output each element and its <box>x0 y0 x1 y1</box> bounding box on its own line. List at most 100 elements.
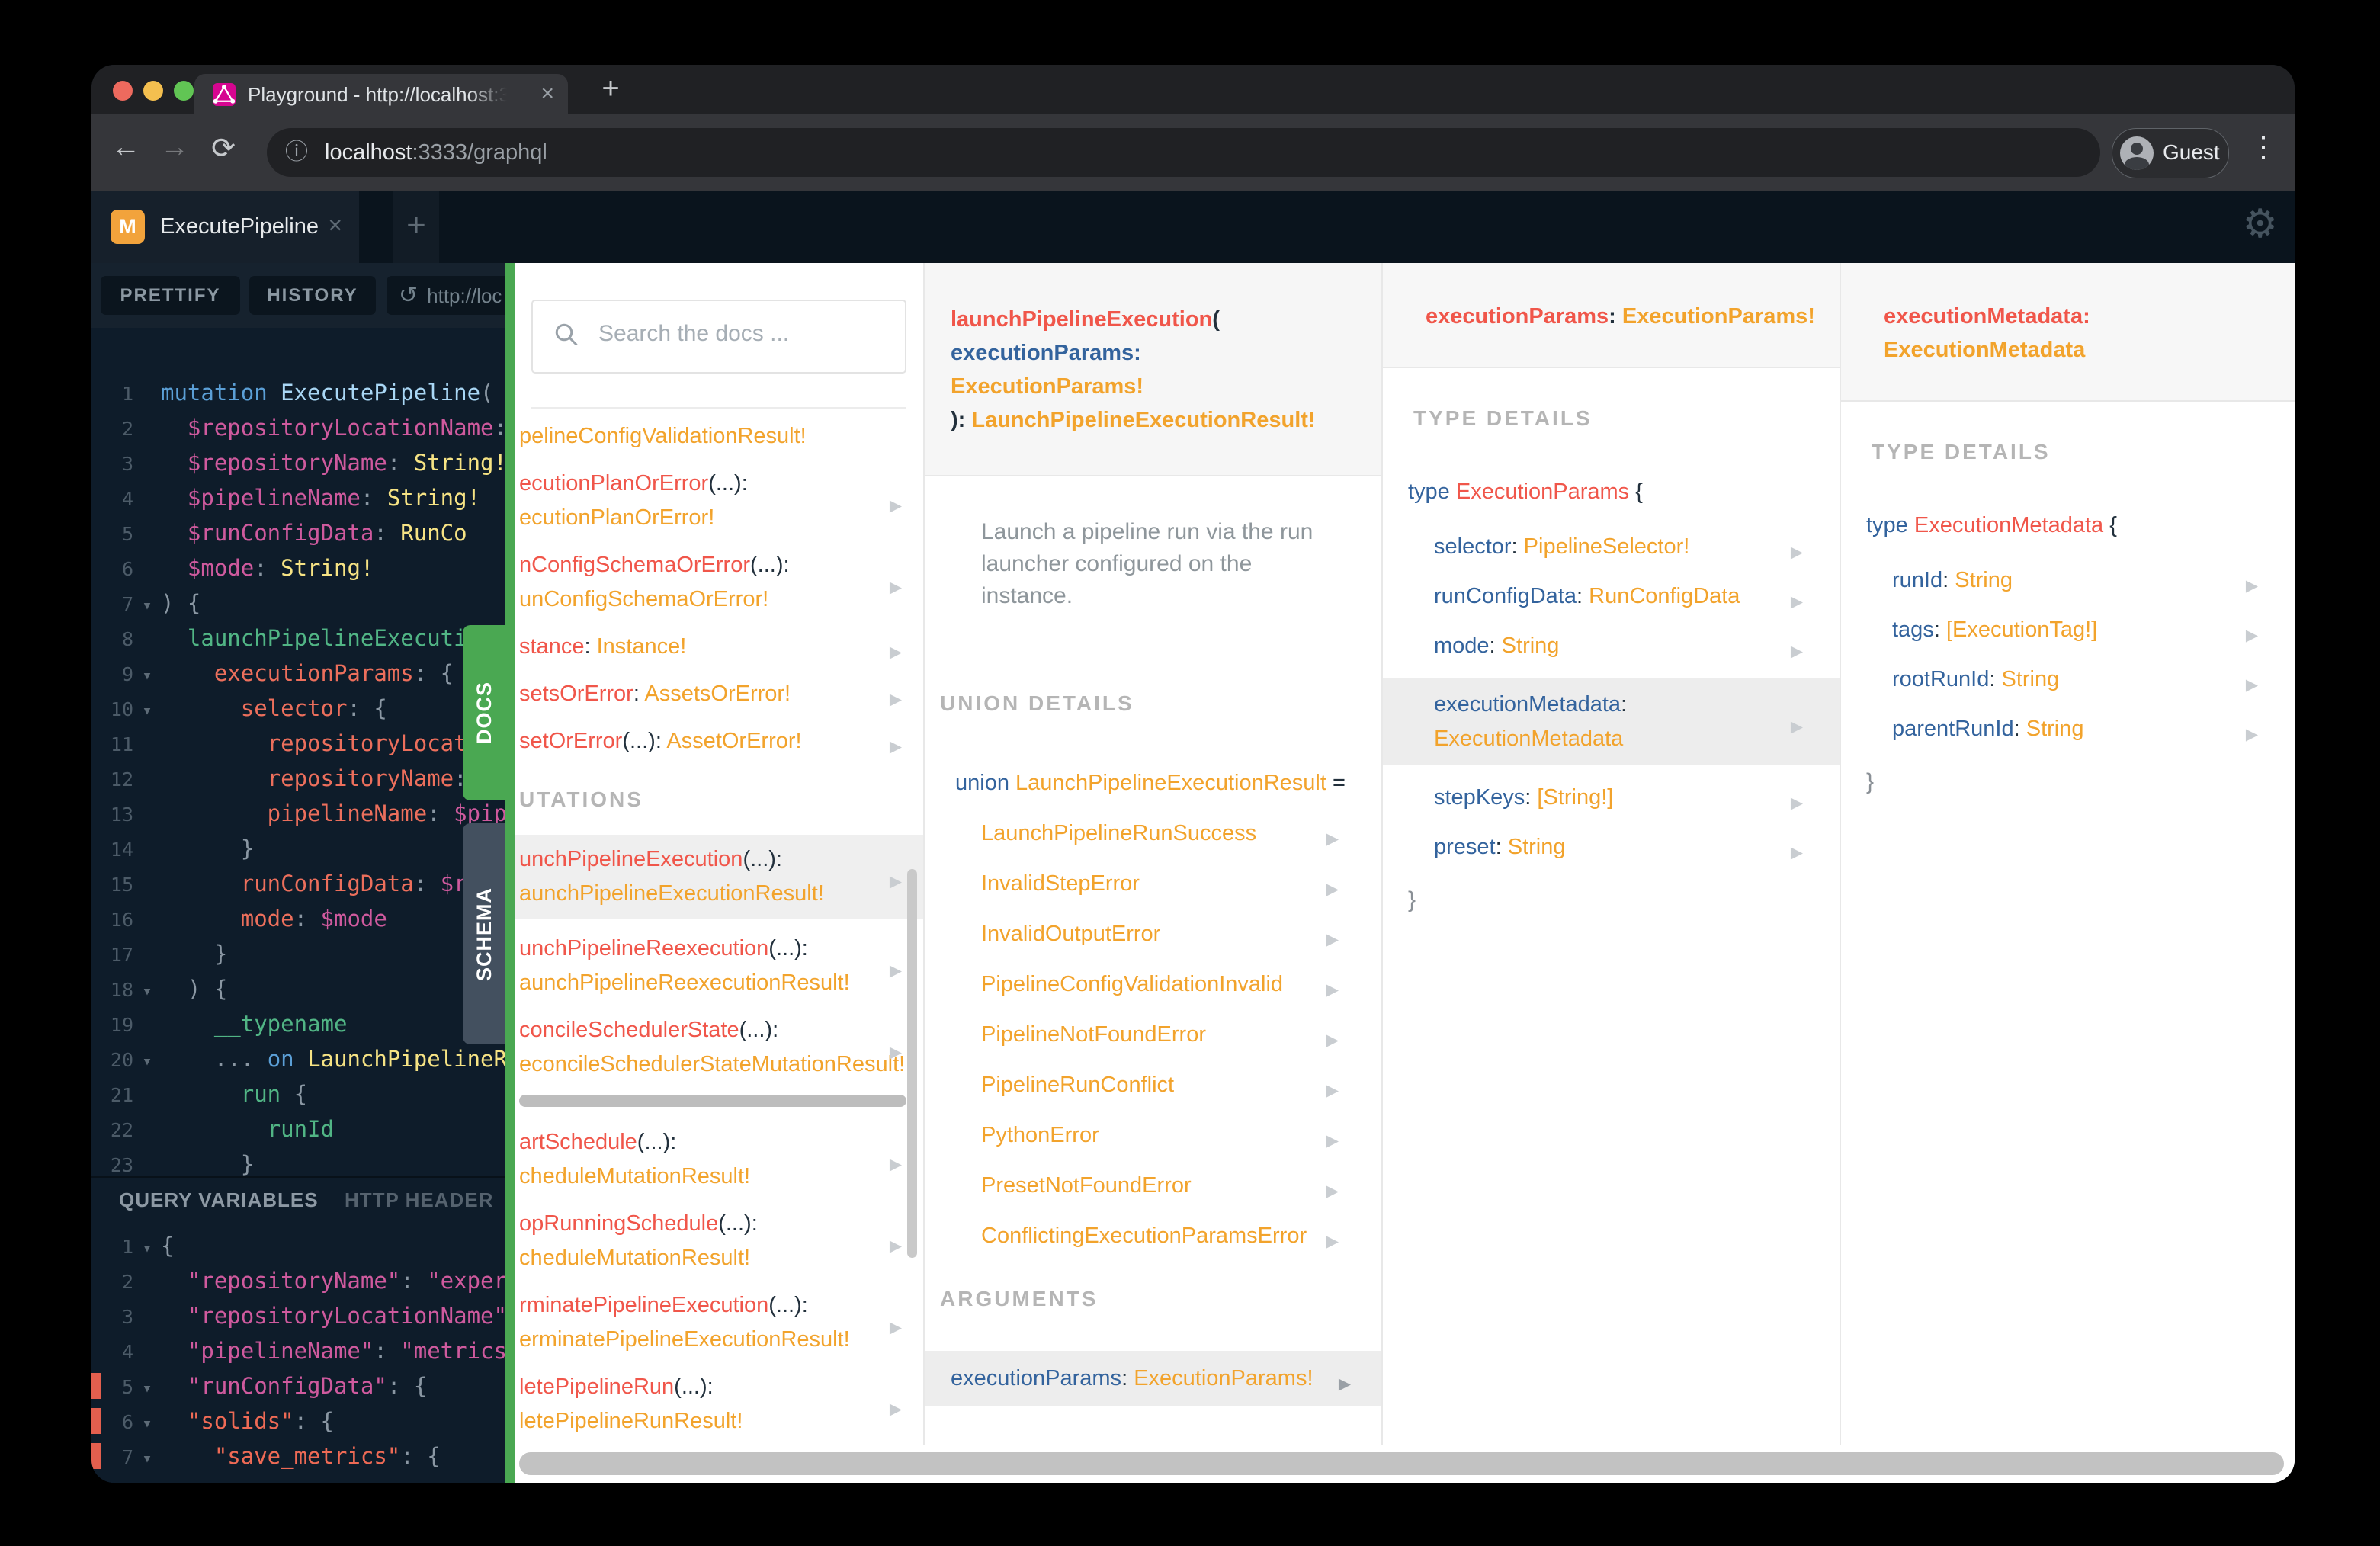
expand-arrow-icon[interactable]: ▶ <box>890 682 902 717</box>
doc-item[interactable]: PresetNotFoundError ▶ <box>981 1169 1381 1203</box>
doc-item[interactable]: runId: String ▶ <box>1841 563 2295 598</box>
expand-arrow-icon[interactable]: ▶ <box>1791 836 1803 870</box>
reload-icon[interactable]: ⟳ <box>203 131 244 165</box>
reset-endpoint-icon[interactable]: ↺ <box>399 283 418 308</box>
expand-arrow-icon[interactable]: ▶ <box>1791 786 1803 820</box>
expand-arrow-icon[interactable]: ▶ <box>1326 1023 1339 1057</box>
expand-arrow-icon[interactable]: ▶ <box>1326 872 1339 906</box>
docs-panel-edge[interactable] <box>505 263 515 1483</box>
browser-tab[interactable]: Playground - http://localhost:3 × <box>194 74 568 114</box>
doc-item[interactable]: artSchedule(...): cheduleMutationResult! ▶ <box>519 1125 923 1194</box>
horizontal-scrollbar[interactable] <box>519 1452 2284 1475</box>
browser-menu-icon[interactable]: ⋮ <box>2249 130 2278 164</box>
expand-arrow-icon[interactable]: ▶ <box>1326 922 1339 957</box>
doc-item[interactable]: stance: Instance! ▶ <box>519 630 923 664</box>
doc-item[interactable]: InvalidOutputError ▶ <box>981 917 1381 951</box>
settings-gear-icon[interactable]: ⚙ <box>2242 201 2278 247</box>
doc-item[interactable]: tags: [ExecutionTag!] ▶ <box>1841 613 2295 647</box>
doc-item[interactable]: mode: String ▶ <box>1383 629 1840 663</box>
expand-arrow-icon[interactable]: ▶ <box>890 570 902 605</box>
new-tab-button[interactable]: + <box>591 71 630 107</box>
fold-arrow-icon[interactable]: ▾ <box>133 1371 161 1406</box>
endpoint-input[interactable]: ↺ http://loc <box>387 276 505 315</box>
url-bar[interactable]: ⓘ localhost:3333/graphql <box>267 128 2100 177</box>
doc-item[interactable]: concileSchedulerState(...): econcileSched… <box>519 1013 923 1082</box>
doc-item[interactable]: setsOrError: AssetsOrError! ▶ <box>519 677 923 711</box>
fold-arrow-icon[interactable]: ▾ <box>133 659 161 694</box>
expand-arrow-icon[interactable]: ▶ <box>1339 1367 1351 1401</box>
tab-query-variables[interactable]: QUERY VARIABLES <box>119 1188 319 1212</box>
doc-item[interactable]: InvalidStepError ▶ <box>981 867 1381 901</box>
expand-arrow-icon[interactable]: ▶ <box>1326 822 1339 856</box>
doc-item[interactable]: executionMetadata: ExecutionMetadata ▶ <box>1383 678 1840 765</box>
fold-arrow-icon[interactable]: ▾ <box>133 589 161 624</box>
expand-arrow-icon[interactable]: ▶ <box>1791 634 1803 669</box>
horizontal-scrollbar[interactable] <box>519 1095 906 1107</box>
fold-arrow-icon[interactable]: ▾ <box>133 694 161 729</box>
doc-item[interactable]: parentRunId: String ▶ <box>1841 712 2295 746</box>
fold-arrow-icon[interactable]: ▾ <box>133 974 161 1009</box>
doc-item[interactable]: unchPipelineReexecution(...): aunchPipeli… <box>519 932 923 1000</box>
back-icon[interactable]: ← <box>105 131 146 164</box>
expand-arrow-icon[interactable]: ▶ <box>890 1229 902 1263</box>
doc-item[interactable]: preset: String ▶ <box>1383 830 1840 864</box>
doc-item[interactable]: letePipelineRun(...): letePipelineRunResu… <box>519 1370 923 1439</box>
expand-arrow-icon[interactable]: ▶ <box>890 1310 902 1345</box>
doc-item[interactable]: setOrError(...): AssetOrError! ▶ <box>519 724 923 759</box>
expand-arrow-icon[interactable]: ▶ <box>890 1035 902 1070</box>
doc-item[interactable]: rootRunId: String ▶ <box>1841 662 2295 697</box>
expand-arrow-icon[interactable]: ▶ <box>890 635 902 669</box>
expand-arrow-icon[interactable]: ▶ <box>890 1147 902 1182</box>
expand-arrow-icon[interactable]: ▶ <box>2246 618 2258 653</box>
playground-tab-close-icon[interactable]: × <box>328 211 342 239</box>
expand-arrow-icon[interactable]: ▶ <box>890 730 902 764</box>
expand-arrow-icon[interactable]: ▶ <box>1791 710 1803 744</box>
schema-tab[interactable]: SCHEMA <box>463 823 505 1044</box>
forward-icon[interactable]: → <box>154 131 195 164</box>
expand-arrow-icon[interactable]: ▶ <box>1791 585 1803 619</box>
fold-arrow-icon[interactable]: ▾ <box>133 1442 161 1477</box>
history-button[interactable]: HISTORY <box>249 276 376 315</box>
search-input[interactable]: Search the docs ... <box>531 300 906 374</box>
doc-item[interactable]: rminatePipelineExecution(...): erminatePi… <box>519 1288 923 1357</box>
doc-item[interactable]: unchPipelineExecution(...): aunchPipeline… <box>515 835 923 919</box>
expand-arrow-icon[interactable]: ▶ <box>1326 1073 1339 1108</box>
doc-item[interactable]: LaunchPipelineRunSuccess ▶ <box>981 816 1381 851</box>
doc-item[interactable]: opRunningSchedule(...): cheduleMutationRe… <box>519 1207 923 1275</box>
variables-code-editor[interactable]: 1 ▾{2 "repositoryName": "exper 3 "reposito… <box>91 1222 505 1474</box>
expand-arrow-icon[interactable]: ▶ <box>2246 717 2258 752</box>
vertical-scrollbar[interactable] <box>907 869 917 1258</box>
doc-item[interactable]: pelineConfigValidationResult! <box>519 419 923 454</box>
doc-item[interactable]: nConfigSchemaOrError(...): unConfigSchema… <box>519 548 923 617</box>
expand-arrow-icon[interactable]: ▶ <box>1791 535 1803 569</box>
expand-arrow-icon[interactable]: ▶ <box>890 489 902 523</box>
expand-arrow-icon[interactable]: ▶ <box>1326 973 1339 1007</box>
tab-close-icon[interactable]: × <box>540 81 554 107</box>
expand-arrow-icon[interactable]: ▶ <box>2246 668 2258 702</box>
profile-button[interactable]: Guest <box>2112 128 2229 178</box>
fold-arrow-icon[interactable]: ▾ <box>133 1231 161 1266</box>
prettify-button[interactable]: PRETTIFY <box>101 276 240 315</box>
zoom-window-button[interactable] <box>174 81 194 101</box>
doc-item[interactable]: stepKeys: [String!] ▶ <box>1383 781 1840 815</box>
doc-item[interactable]: PipelineNotFoundError ▶ <box>981 1018 1381 1052</box>
playground-tab[interactable]: M ExecutePipeline × <box>91 191 359 263</box>
expand-arrow-icon[interactable]: ▶ <box>2246 569 2258 603</box>
site-info-icon[interactable]: ⓘ <box>285 128 308 177</box>
minimize-window-button[interactable] <box>143 81 163 101</box>
doc-item[interactable]: executionParams: ExecutionParams! ▶ <box>925 1351 1381 1406</box>
doc-item[interactable]: PythonError ▶ <box>981 1118 1381 1153</box>
doc-item[interactable]: ecutionPlanOrError(...): ecutionPlanOrErr… <box>519 467 923 535</box>
expand-arrow-icon[interactable]: ▶ <box>890 954 902 988</box>
playground-new-tab-button[interactable]: + <box>393 191 439 263</box>
expand-arrow-icon[interactable]: ▶ <box>1326 1224 1339 1259</box>
expand-arrow-icon[interactable]: ▶ <box>1326 1174 1339 1208</box>
doc-item[interactable]: PipelineConfigValidationInvalid ▶ <box>981 967 1381 1002</box>
query-code-editor[interactable]: 1 mutation ExecutePipeline(2 $repositoryL… <box>91 328 505 1182</box>
fold-arrow-icon[interactable]: ▾ <box>133 1044 161 1079</box>
expand-arrow-icon[interactable]: ▶ <box>890 864 902 899</box>
tab-http-headers[interactable]: HTTP HEADER <box>345 1188 493 1212</box>
fold-arrow-icon[interactable]: ▾ <box>133 1406 161 1442</box>
doc-item[interactable]: PipelineRunConflict ▶ <box>981 1068 1381 1102</box>
docs-tab[interactable]: DOCS <box>463 625 505 800</box>
